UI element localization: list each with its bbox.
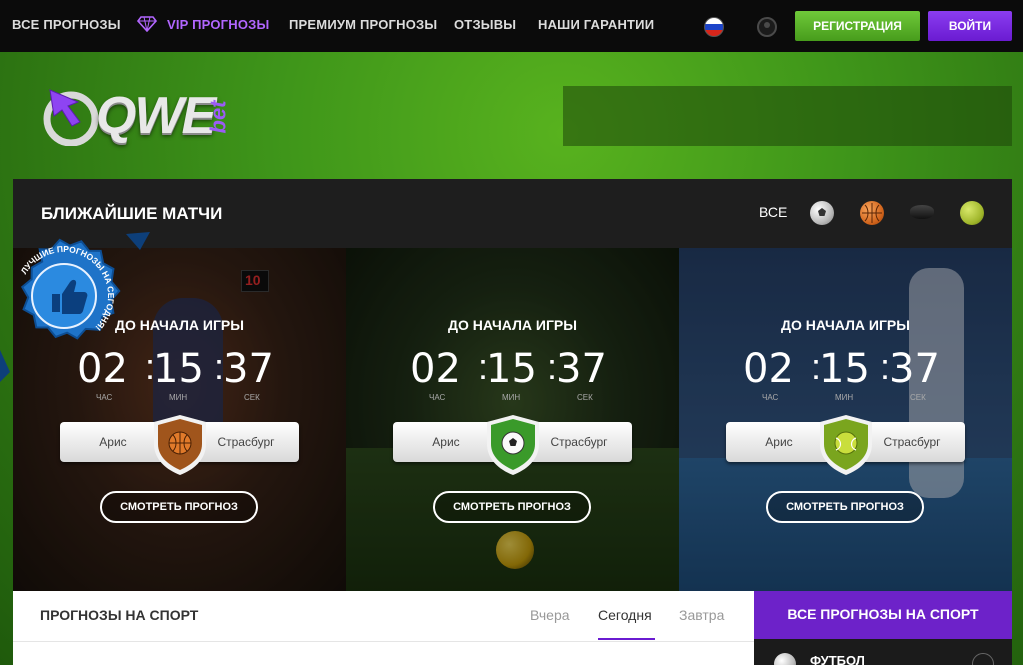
unit-hours: ЧАС — [762, 393, 779, 402]
chevron-down-icon[interactable] — [972, 653, 994, 665]
football-icon — [774, 653, 796, 665]
nav-reviews[interactable]: ОТЗЫВЫ — [454, 17, 516, 32]
countdown-seconds: 37 — [556, 346, 607, 392]
logo-arrow-icon — [43, 89, 99, 146]
unit-minutes: МИН — [835, 393, 854, 402]
countdown-label: ДО НАЧАЛА ИГРЫ — [781, 317, 910, 333]
team-home: Арис — [726, 422, 832, 462]
login-button[interactable]: ВОЙТИ — [928, 11, 1012, 41]
tab-tomorrow[interactable]: Завтра — [679, 607, 724, 623]
nav-premium-forecasts[interactable]: ПРЕМИУМ ПРОГНОЗЫ — [289, 17, 437, 32]
team-home: Арис — [60, 422, 166, 462]
nav-guarantees[interactable]: НАШИ ГАРАНТИИ — [538, 17, 654, 32]
match-card-football[interactable]: ДО НАЧАЛА ИГРЫ 02 : 15 : 37 ЧАС МИН СЕК … — [346, 248, 679, 591]
basketball-icon — [154, 415, 206, 475]
sport-forecasts-section: ПРОГНОЗЫ НА СПОРТ Вчера Сегодня Завтра — [13, 591, 754, 665]
team-away: Страсбург — [526, 422, 632, 462]
active-tab-indicator — [598, 638, 655, 640]
unit-hours: ЧАС — [96, 393, 113, 402]
countdown-seconds: 37 — [223, 346, 274, 392]
tennis-filter-icon[interactable] — [960, 201, 984, 225]
unit-minutes: МИН — [169, 393, 188, 402]
tab-today[interactable]: Сегодня — [598, 607, 652, 623]
tab-yesterday[interactable]: Вчера — [530, 607, 570, 623]
team-home: Арис — [393, 422, 499, 462]
tennis-icon — [820, 415, 872, 475]
countdown-hours: 02 — [410, 346, 461, 392]
logo-bet-text: bet — [205, 100, 231, 134]
team-away: Страсбург — [859, 422, 965, 462]
site-logo[interactable]: QWE bet — [42, 82, 242, 148]
matches-header: БЛИЖАЙШИЕ МАТЧИ ВСЕ — [13, 179, 1012, 248]
register-button[interactable]: РЕГИСТРАЦИЯ — [795, 11, 920, 41]
sidebar-item-football[interactable]: ФУТБОЛ — [754, 639, 1012, 665]
countdown-minutes: 15 — [819, 346, 870, 392]
filter-all[interactable]: ВСЕ — [759, 204, 787, 220]
view-forecast-button[interactable]: СМОТРЕТЬ ПРОГНОЗ — [766, 491, 924, 523]
logo-text: QWE — [96, 87, 216, 145]
basketball-filter-icon[interactable] — [860, 201, 884, 225]
nav-vip-forecasts[interactable]: VIP ПРОГНОЗЫ — [167, 17, 269, 32]
ad-banner[interactable] — [563, 86, 1012, 146]
unit-seconds: СЕК — [910, 393, 926, 402]
unit-seconds: СЕК — [577, 393, 593, 402]
view-forecast-button[interactable]: СМОТРЕТЬ ПРОГНОЗ — [100, 491, 258, 523]
view-forecast-button[interactable]: СМОТРЕТЬ ПРОГНОЗ — [433, 491, 591, 523]
all-forecasts-header[interactable]: ВСЕ ПРОГНОЗЫ НА СПОРТ — [754, 591, 1012, 639]
countdown-seconds: 37 — [889, 346, 940, 392]
divider — [13, 641, 754, 642]
unit-hours: ЧАС — [429, 393, 446, 402]
countdown-minutes: 15 — [153, 346, 204, 392]
nav-all-forecasts[interactable]: ВСЕ ПРОГНОЗЫ — [12, 17, 121, 32]
team-away: Страсбург — [193, 422, 299, 462]
unit-seconds: СЕК — [244, 393, 260, 402]
russian-flag-icon[interactable] — [704, 17, 724, 37]
upcoming-matches-panel: БЛИЖАЙШИЕ МАТЧИ ВСЕ 10 ДО НАЧАЛА ИГРЫ 02… — [13, 179, 1012, 591]
unit-minutes: МИН — [502, 393, 521, 402]
sidebar-item-label: ФУТБОЛ — [810, 653, 865, 665]
match-card-tennis[interactable]: ДО НАЧАЛА ИГРЫ 02 : 15 : 37 ЧАС МИН СЕК … — [679, 248, 1012, 591]
forecasts-title: ПРОГНОЗЫ НА СПОРТ — [40, 607, 199, 623]
user-icon[interactable] — [757, 17, 777, 37]
countdown-label: ДО НАЧАЛА ИГРЫ — [448, 317, 577, 333]
football-filter-icon[interactable] — [810, 201, 834, 225]
diamond-icon — [137, 16, 157, 32]
countdown-hours: 02 — [743, 346, 794, 392]
top-navigation: ВСЕ ПРОГНОЗЫ VIP ПРОГНОЗЫ ПРЕМИУМ ПРОГНО… — [0, 0, 1023, 52]
matches-title: БЛИЖАЙШИЕ МАТЧИ — [41, 204, 223, 223]
hockey-puck-filter-icon[interactable] — [910, 205, 934, 219]
best-forecasts-badge: ЛУЧШИЕ ПРОГНОЗЫ НА СЕГОДНЯ! — [0, 232, 150, 382]
countdown-minutes: 15 — [486, 346, 537, 392]
football-icon — [487, 415, 539, 475]
